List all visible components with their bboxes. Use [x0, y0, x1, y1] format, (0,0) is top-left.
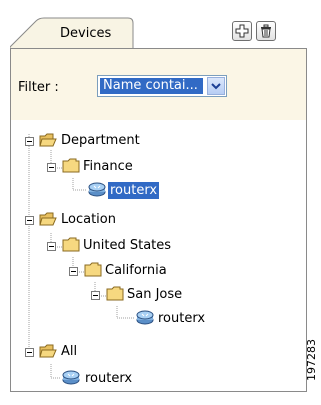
filter-panel: Filter : Name contai... [10, 48, 307, 121]
trash-icon [261, 24, 271, 38]
router-icon [136, 310, 154, 325]
tree-node-finance[interactable]: Finance [81, 158, 135, 175]
expander-united-states[interactable] [47, 242, 56, 251]
tree-node-california[interactable]: California [103, 262, 169, 279]
filter-selected-value: Name contai... [100, 78, 203, 94]
expander-california[interactable] [69, 267, 78, 276]
expander-finance[interactable] [47, 163, 56, 172]
folder-icon [106, 286, 124, 301]
folder-icon [62, 237, 80, 252]
expander-san-jose[interactable] [91, 291, 100, 300]
router-icon [88, 182, 106, 197]
add-icon [235, 24, 249, 38]
router-icon [62, 370, 80, 385]
expander-location[interactable] [25, 216, 34, 225]
filter-dropdown[interactable]: Name contai... [97, 75, 227, 97]
folder-icon [84, 262, 102, 277]
tree-node-san-jose-routerx[interactable]: routerx [156, 310, 207, 327]
devices-panel: Devices Filter : Name contai... Departme… [10, 13, 307, 392]
expander-all[interactable] [25, 348, 34, 357]
tree-node-location[interactable]: Location [59, 211, 118, 228]
open-folder-icon [39, 344, 57, 358]
tree-node-all-routerx[interactable]: routerx [83, 370, 134, 387]
filter-label: Filter : [18, 80, 59, 95]
tab-devices[interactable]: Devices [60, 26, 111, 41]
tree-node-san-jose[interactable]: San Jose [125, 286, 184, 303]
tree-node-department[interactable]: Department [59, 132, 142, 149]
folder-icon [62, 158, 80, 173]
tree-node-all[interactable]: All [59, 343, 79, 360]
tree-node-united-states[interactable]: United States [81, 237, 173, 254]
chevron-down-icon[interactable] [207, 77, 225, 95]
add-button[interactable] [232, 21, 252, 41]
figure-id: 197283 [305, 339, 318, 381]
open-folder-icon [39, 212, 57, 226]
tree-node-finance-routerx[interactable]: routerx [108, 182, 160, 199]
open-folder-icon [39, 133, 57, 147]
delete-button[interactable] [256, 21, 276, 41]
expander-department[interactable] [25, 137, 34, 146]
device-tree: Department Finance routerx Location Unit… [10, 120, 307, 392]
tab-strip: Devices [10, 13, 307, 50]
